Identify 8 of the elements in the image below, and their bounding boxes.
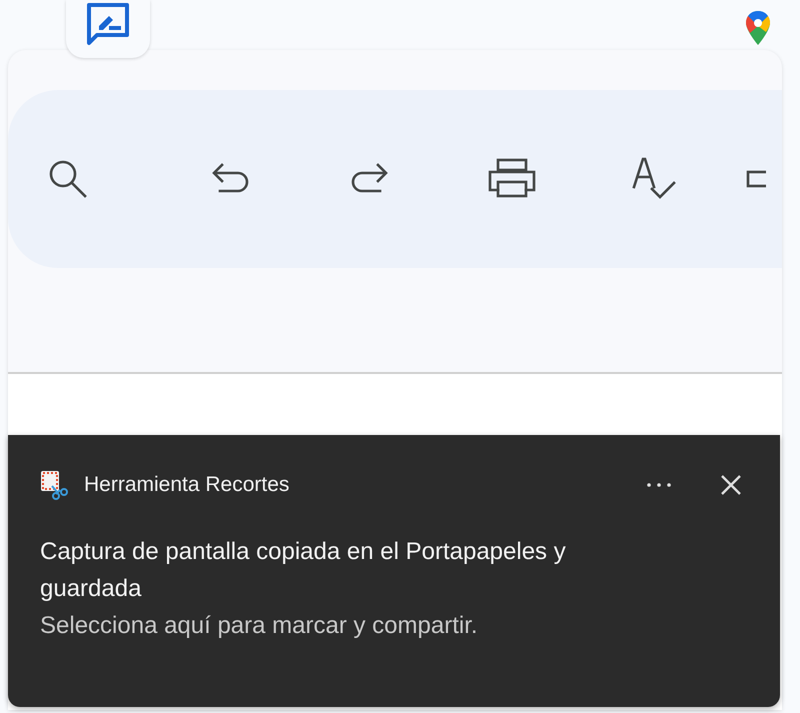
app-name: Herramienta Recortes	[84, 473, 290, 497]
notification-hint: Selecciona aquí para marcar y compartir.	[40, 611, 479, 641]
map-pin-icon[interactable]	[744, 9, 772, 47]
notification-message: Captura de pantalla copiada en el Portapapeles y guardada	[40, 537, 567, 604]
close-icon[interactable]	[720, 474, 742, 496]
feedback-icon[interactable]	[85, 2, 131, 46]
more-icon[interactable]	[646, 482, 672, 488]
snipping-tool-icon	[40, 470, 68, 500]
